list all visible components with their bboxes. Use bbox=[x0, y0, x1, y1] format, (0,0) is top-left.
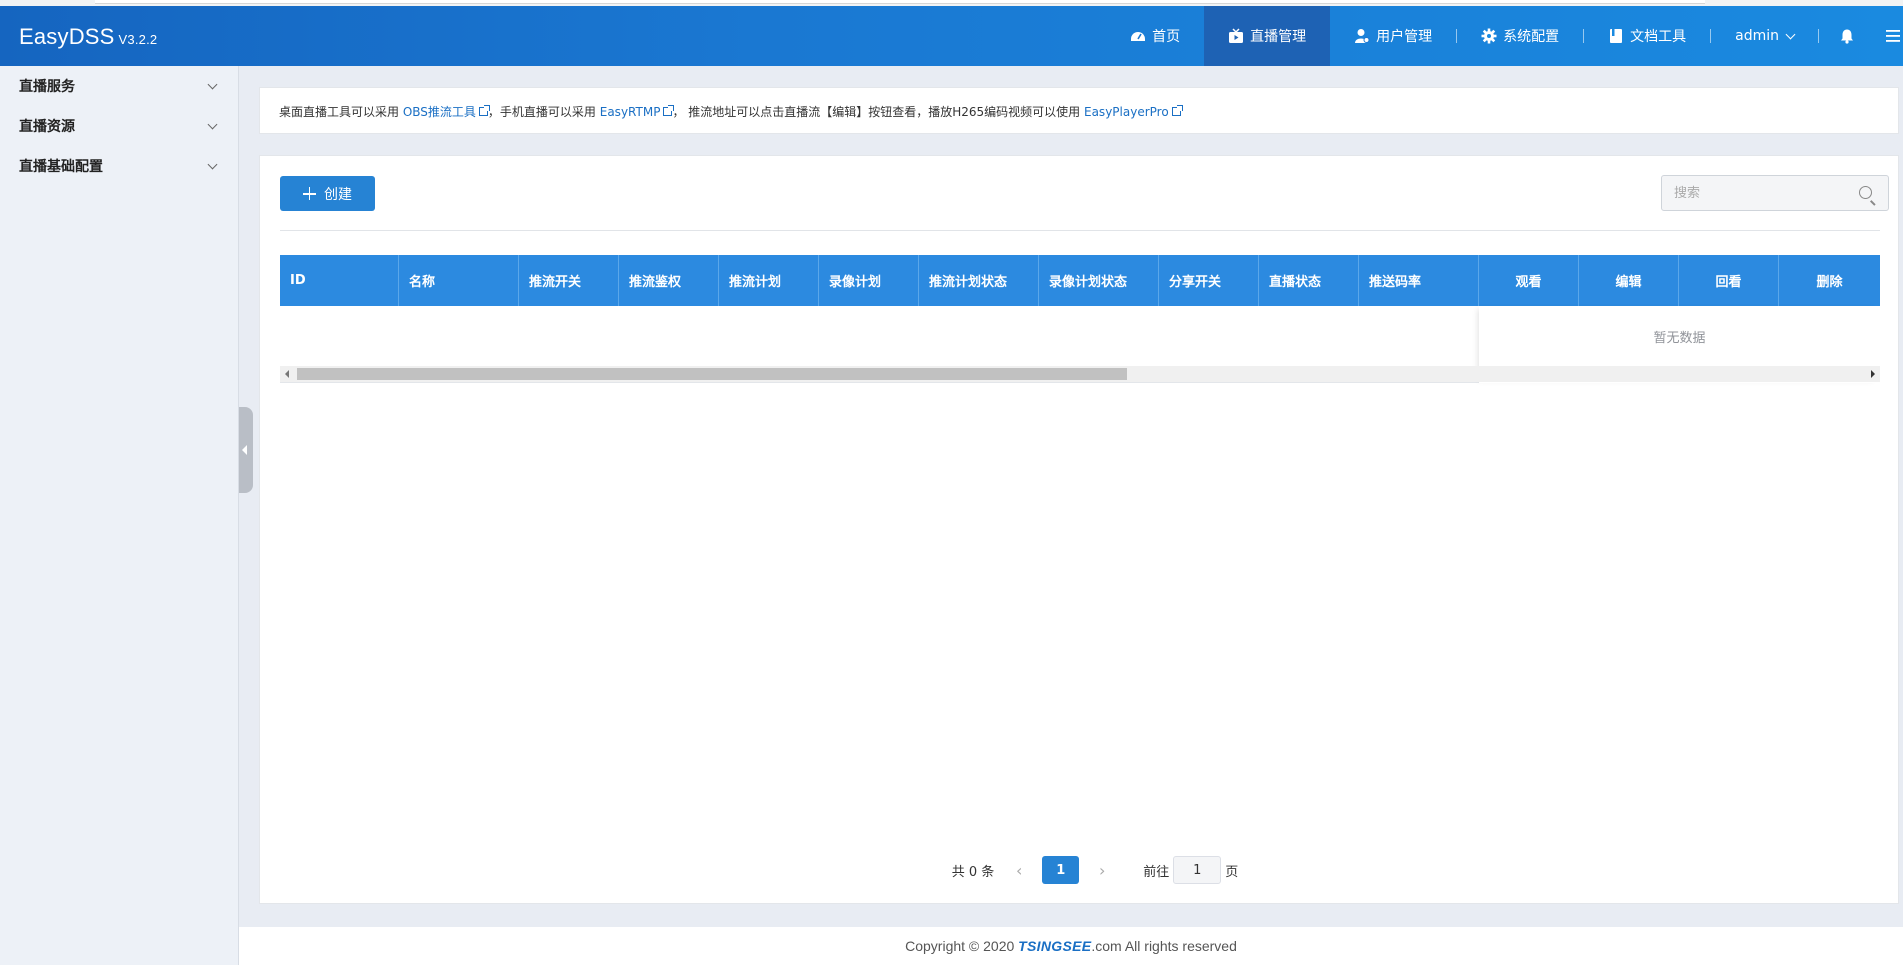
footer-copyright: Copyright © 2020 bbox=[905, 938, 1015, 954]
horizontal-scrollbar[interactable] bbox=[280, 366, 1880, 382]
pagination-total: 共 0 条 bbox=[951, 864, 995, 880]
column-header[interactable]: 观看 bbox=[1479, 255, 1579, 306]
link-text: EasyRTMP bbox=[599, 105, 661, 119]
pagination: 共 0 条 ‹ 1 › 前往 页 bbox=[260, 855, 1900, 885]
column-header[interactable]: 推流鉴权 bbox=[619, 255, 719, 306]
nav-item-users[interactable]: 用户管理 bbox=[1330, 6, 1456, 66]
nav-item-home[interactable]: 首页 bbox=[1106, 6, 1204, 66]
external-link-icon bbox=[1171, 105, 1183, 116]
sidebar-collapse-handle[interactable] bbox=[239, 407, 253, 493]
sidebar-item-live-service[interactable]: 直播服务 bbox=[0, 66, 238, 106]
book-icon bbox=[1610, 29, 1623, 43]
nav-item-live[interactable]: 直播管理 bbox=[1204, 6, 1331, 66]
streams-table: ID 名称 推流开关 推流鉴权 推流计划 录像计划 推流计划状态 录像计划状态 … bbox=[280, 255, 1880, 383]
nav-item-docs[interactable]: 文档工具 bbox=[1584, 6, 1710, 66]
notice-text: 桌面直播工具可以采用 bbox=[279, 105, 403, 119]
table-header: ID 名称 推流开关 推流鉴权 推流计划 录像计划 推流计划状态 录像计划状态 … bbox=[280, 255, 1880, 306]
column-header[interactable]: 直播状态 bbox=[1259, 255, 1359, 306]
chevron-down-icon bbox=[207, 119, 218, 129]
user-menu[interactable]: admin bbox=[1711, 6, 1818, 66]
top-nav: 首页 直播管理 用户管理 系统配置 文档工具 admin bbox=[1106, 6, 1903, 66]
page-number-current[interactable]: 1 bbox=[1042, 856, 1080, 884]
sidebar-item-live-resources[interactable]: 直播资源 bbox=[0, 106, 238, 146]
chevron-down-icon bbox=[207, 79, 218, 89]
create-button[interactable]: 创建 bbox=[280, 176, 375, 211]
column-header[interactable]: 录像计划 bbox=[819, 255, 919, 306]
scroll-left-arrow-icon[interactable] bbox=[285, 370, 289, 378]
nav-label: 直播管理 bbox=[1250, 29, 1307, 45]
nav-item-settings[interactable]: 系统配置 bbox=[1457, 6, 1583, 66]
search-box bbox=[1661, 175, 1889, 211]
main-panel: 创建 ID 名称 推流开关 推流鉴权 推流计划 录像计划 推流计划状态 录像计划… bbox=[259, 155, 1899, 904]
footer: Copyright © 2020 TSINGSEE .com All rights… bbox=[239, 927, 1903, 965]
column-header[interactable]: 录像计划状态 bbox=[1039, 255, 1159, 306]
app-version: V3.2.2 bbox=[118, 32, 158, 47]
browser-tab-edge bbox=[95, 0, 1705, 4]
prev-page-icon[interactable]: ‹ bbox=[1008, 861, 1030, 880]
column-header[interactable]: 推流计划 bbox=[719, 255, 819, 306]
nav-label: 首页 bbox=[1152, 29, 1181, 45]
sidebar-item-live-base-config[interactable]: 直播基础配置 bbox=[0, 146, 238, 186]
create-label: 创建 bbox=[324, 186, 352, 203]
search-input[interactable] bbox=[1662, 176, 1842, 210]
column-header[interactable]: 回看 bbox=[1679, 255, 1779, 306]
hamburger-menu-icon bbox=[1886, 30, 1900, 42]
scrollbar-thumb[interactable] bbox=[297, 368, 1127, 380]
dashboard-icon bbox=[1131, 32, 1146, 41]
scroll-right-arrow-icon[interactable] bbox=[1871, 370, 1875, 378]
easyrtmp-link[interactable]: EasyRTMP bbox=[599, 105, 675, 119]
chevron-down-icon bbox=[207, 159, 218, 169]
notice-text: ， 推流地址可以点击直播流【编辑】按钮查看，播放H265编码视频可以使用 bbox=[672, 105, 1084, 119]
column-header[interactable]: 推送码率 bbox=[1359, 255, 1479, 306]
sidebar-item-label: 直播基础配置 bbox=[19, 159, 103, 175]
top-header: EasyDSS V3.2.2 首页 直播管理 用户管理 系统配置 文档工具 adm… bbox=[0, 6, 1903, 66]
notice-bar: 桌面直播工具可以采用 OBS推流工具 ，手机直播可以采用 EasyRTMP ， 推流… bbox=[259, 87, 1899, 134]
menu-toggle-button[interactable] bbox=[1875, 6, 1903, 66]
footer-suffix: .com All rights reserved bbox=[1091, 938, 1237, 954]
column-header[interactable]: 编辑 bbox=[1579, 255, 1679, 306]
live-icon bbox=[1229, 28, 1244, 43]
user-name: admin bbox=[1735, 28, 1779, 44]
column-header[interactable]: 名称 bbox=[399, 255, 519, 306]
link-text: EasyPlayerPro bbox=[1084, 105, 1169, 119]
next-page-icon[interactable]: › bbox=[1091, 861, 1113, 880]
user-icon bbox=[1355, 29, 1370, 43]
sidebar-item-label: 直播资源 bbox=[19, 119, 75, 135]
notice-text: ，手机直播可以采用 bbox=[487, 105, 600, 119]
sidebar: 直播服务 直播资源 直播基础配置 bbox=[0, 66, 239, 965]
easyplayerpro-link[interactable]: EasyPlayerPro bbox=[1084, 105, 1183, 119]
gear-icon bbox=[1481, 28, 1497, 44]
bell-icon bbox=[1841, 29, 1853, 44]
app-logo[interactable]: EasyDSS V3.2.2 bbox=[19, 24, 157, 50]
column-header[interactable]: 推流计划状态 bbox=[919, 255, 1039, 306]
link-text: OBS推流工具 bbox=[402, 105, 476, 119]
nav-label: 用户管理 bbox=[1376, 29, 1433, 45]
nav-label: 文档工具 bbox=[1630, 29, 1687, 45]
goto-label: 前往 bbox=[1143, 864, 1170, 880]
footer-brand-logo: TSINGSEE bbox=[1018, 938, 1092, 954]
page-suffix: 页 bbox=[1225, 864, 1239, 880]
chevron-down-icon bbox=[1785, 29, 1796, 39]
notifications-button[interactable] bbox=[1819, 6, 1875, 66]
column-header[interactable]: 删除 bbox=[1779, 255, 1880, 306]
plus-icon bbox=[303, 187, 316, 200]
sidebar-item-label: 直播服务 bbox=[19, 79, 75, 95]
obs-tool-link[interactable]: OBS推流工具 bbox=[402, 105, 490, 119]
nav-label: 系统配置 bbox=[1503, 29, 1560, 45]
external-link-icon bbox=[478, 105, 490, 116]
column-header[interactable]: 分享开关 bbox=[1159, 255, 1259, 306]
goto-page-input[interactable] bbox=[1173, 856, 1222, 884]
empty-table-text: 暂无数据 bbox=[1653, 331, 1706, 346]
search-icon[interactable] bbox=[1859, 186, 1872, 199]
column-header[interactable]: ID bbox=[280, 255, 399, 306]
app-name: EasyDSS bbox=[19, 24, 115, 49]
column-header[interactable]: 推流开关 bbox=[519, 255, 619, 306]
external-link-icon bbox=[663, 105, 675, 116]
toolbar-divider bbox=[280, 230, 1880, 231]
